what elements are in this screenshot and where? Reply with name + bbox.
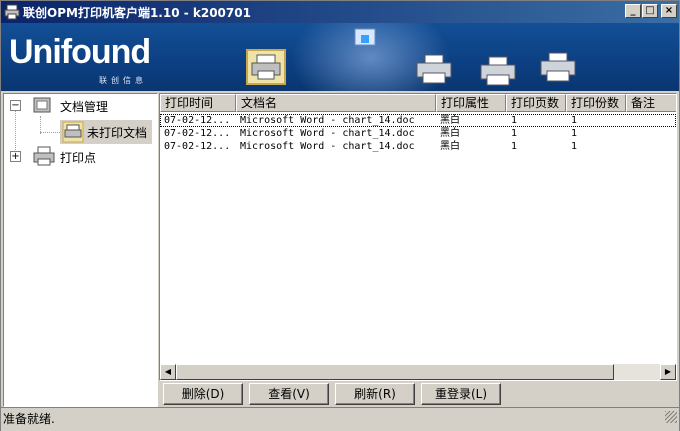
window-title: 联创OPM打印机客户端1.10 - k200701 xyxy=(23,6,251,20)
cell-page-count: 1 xyxy=(511,115,518,126)
document-manager-icon xyxy=(33,97,51,113)
printer-icon xyxy=(416,54,452,84)
cell-copy-count: 1 xyxy=(571,115,578,126)
view-button[interactable]: 查看(V) xyxy=(249,383,329,405)
header-banner: Unifound 联创信息 xyxy=(1,23,679,91)
cell-print-attr: 黑白 xyxy=(440,128,460,139)
table-row[interactable]: 07-02-12... Microsoft Word - chart_14.do… xyxy=(160,127,676,140)
logo-subtitle: 联创信息 xyxy=(99,76,147,85)
action-button-bar: 删除(D) 查看(V) 刷新(R) 重登录(L) xyxy=(159,381,677,407)
app-window: 联创OPM打印机客户端1.10 - k200701 _ □ × Unifound… xyxy=(0,0,680,431)
cell-page-count: 1 xyxy=(511,141,518,152)
selected-printer-icon xyxy=(246,49,286,85)
cell-note xyxy=(630,140,674,153)
cell-print-time: 07-02-12... xyxy=(164,128,231,139)
delete-button[interactable]: 删除(D) xyxy=(163,383,243,405)
document-list[interactable]: 打印时间 文档名 打印属性 打印页数 打印份数 备注 07-02-12... M… xyxy=(159,93,677,381)
column-header-page-count[interactable]: 打印页数 xyxy=(506,94,566,112)
cell-copy-count: 1 xyxy=(571,141,578,152)
cell-print-time: 07-02-12... xyxy=(164,141,231,152)
tree-connector xyxy=(15,110,16,156)
cell-page-count: 1 xyxy=(511,128,518,139)
tree-expand-toggle[interactable]: + xyxy=(10,151,21,162)
printer-icon xyxy=(480,56,516,86)
cell-doc-name: Microsoft Word - chart_14.doc xyxy=(240,141,415,152)
cell-print-attr: 黑白 xyxy=(440,141,460,152)
printer-icon xyxy=(540,52,576,82)
window-bottom-edge xyxy=(1,425,679,431)
resize-grip-icon[interactable] xyxy=(665,411,677,423)
horizontal-scrollbar[interactable]: ◀ ▶ xyxy=(160,364,676,380)
column-header-doc-name[interactable]: 文档名 xyxy=(236,94,436,112)
refresh-button[interactable]: 刷新(R) xyxy=(335,383,415,405)
cell-doc-name: Microsoft Word - chart_14.doc xyxy=(240,128,415,139)
close-button[interactable]: × xyxy=(661,4,677,18)
unprinted-document-icon xyxy=(62,121,84,143)
column-header-note[interactable]: 备注 xyxy=(626,94,676,112)
print-point-icon xyxy=(33,146,55,166)
cell-note xyxy=(630,127,674,140)
cell-note xyxy=(630,114,674,127)
table-row[interactable]: 07-02-12... Microsoft Word - chart_14.do… xyxy=(160,140,676,153)
scroll-right-button[interactable]: ▶ xyxy=(660,364,676,380)
navigation-tree[interactable]: − 文档管理 未打印文档 + 打印点 xyxy=(3,93,158,407)
status-bar: 准备就绪. xyxy=(1,407,679,426)
minimize-button[interactable]: _ xyxy=(625,4,641,18)
column-header-print-time[interactable]: 打印时间 xyxy=(160,94,236,112)
column-header-print-attr[interactable]: 打印属性 xyxy=(436,94,506,112)
column-header-copy-count[interactable]: 打印份数 xyxy=(566,94,626,112)
cell-doc-name: Microsoft Word - chart_14.doc xyxy=(240,115,415,126)
cell-print-attr: 黑白 xyxy=(440,115,460,126)
network-node-icon xyxy=(354,28,376,46)
unifound-logo: Unifound xyxy=(9,33,151,71)
cell-print-time: 07-02-12... xyxy=(164,115,231,126)
maximize-button[interactable]: □ xyxy=(642,4,658,18)
tree-connector xyxy=(40,132,60,133)
tree-item-unprinted-docs[interactable]: 未打印文档 xyxy=(60,120,152,144)
table-row[interactable]: 07-02-12... Microsoft Word - chart_14.do… xyxy=(160,114,676,127)
tree-item-print-point[interactable]: 打印点 xyxy=(60,149,96,169)
cell-copy-count: 1 xyxy=(571,128,578,139)
tree-expand-toggle[interactable]: − xyxy=(10,100,21,111)
tree-item-document-manager[interactable]: 文档管理 xyxy=(60,98,108,118)
title-bar[interactable]: 联创OPM打印机客户端1.10 - k200701 _ □ × xyxy=(1,1,679,23)
printer-app-icon xyxy=(4,4,20,20)
relogin-button[interactable]: 重登录(L) xyxy=(421,383,501,405)
scroll-thumb[interactable] xyxy=(176,364,614,380)
scroll-left-button[interactable]: ◀ xyxy=(160,364,176,380)
list-header: 打印时间 文档名 打印属性 打印页数 打印份数 备注 xyxy=(160,94,676,112)
tree-item-label: 未打印文档 xyxy=(87,126,148,140)
